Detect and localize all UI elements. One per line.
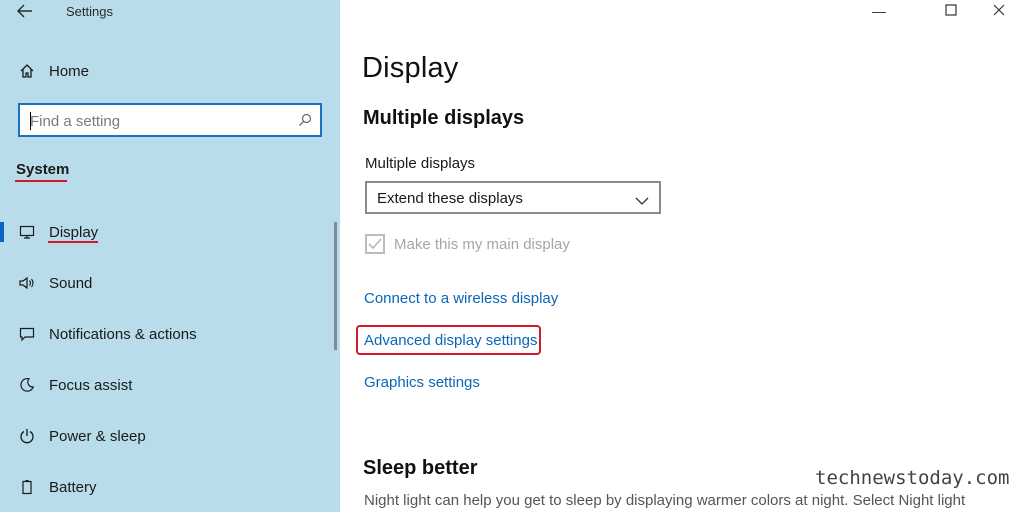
close-icon: [993, 3, 1005, 19]
minimize-icon: —: [872, 3, 886, 19]
maximize-button[interactable]: [928, 0, 974, 22]
sidebar-item-power-sleep[interactable]: Power & sleep: [0, 416, 340, 456]
sidebar-item-sound[interactable]: Sound: [0, 263, 340, 303]
sidebar-item-display[interactable]: Display: [0, 212, 340, 252]
maximize-icon: [945, 3, 957, 19]
graphics-settings-link[interactable]: Graphics settings: [364, 374, 480, 391]
main-display-checkbox-label: Make this my main display: [394, 236, 570, 253]
sidebar-item-home[interactable]: Home: [0, 51, 340, 91]
sidebar-scrollbar[interactable]: [334, 222, 337, 350]
moon-icon: [17, 375, 37, 395]
app-title: Settings: [66, 4, 113, 19]
connect-wireless-display-link[interactable]: Connect to a wireless display: [364, 290, 558, 307]
search-input[interactable]: [30, 111, 290, 131]
monitor-icon: [17, 222, 37, 242]
checkmark-icon: [368, 238, 382, 250]
search-icon[interactable]: [298, 113, 312, 127]
annotation-underline: [48, 241, 98, 243]
sidebar-item-label: Power & sleep: [49, 427, 146, 445]
sidebar-item-battery[interactable]: Battery: [0, 467, 340, 507]
annotation-underline: [15, 180, 67, 182]
speaker-icon: [17, 273, 37, 293]
sidebar-item-label: Display: [49, 223, 99, 241]
sidebar: Settings Home System Display Sound: [0, 0, 340, 512]
text-caret: [30, 112, 31, 130]
sidebar-item-notifications[interactable]: Notifications & actions: [0, 314, 340, 354]
home-icon: [17, 61, 37, 81]
search-box[interactable]: [18, 103, 322, 137]
sidebar-item-focus-assist[interactable]: Focus assist: [0, 365, 340, 405]
sidebar-item-label: Battery: [49, 478, 97, 496]
chevron-down-icon: [635, 193, 649, 205]
sidebar-item-label: Sound: [49, 274, 93, 292]
section-heading-multiple-displays: Multiple displays: [363, 107, 525, 129]
main-display-checkbox[interactable]: [365, 234, 385, 254]
sidebar-item-label: Notifications & actions: [49, 325, 197, 343]
back-arrow-icon[interactable]: [14, 2, 36, 20]
sleep-better-description: Night light can help you get to sleep by…: [364, 492, 966, 509]
sidebar-item-label: Home: [49, 62, 90, 80]
section-title-system: System: [16, 161, 70, 178]
minimize-button[interactable]: —: [856, 0, 902, 22]
multiple-displays-dropdown[interactable]: Extend these displays: [365, 181, 661, 214]
notification-icon: [17, 324, 37, 344]
battery-icon: [17, 477, 37, 497]
sidebar-item-label: Focus assist: [49, 376, 133, 394]
close-button[interactable]: [976, 0, 1022, 22]
power-icon: [17, 426, 37, 446]
main-content: — Display Multiple displays Multiple dis…: [340, 0, 1024, 512]
watermark: technewstoday.com: [813, 467, 1012, 489]
dropdown-selected-value: Extend these displays: [377, 190, 523, 207]
multiple-displays-label: Multiple displays: [365, 155, 476, 172]
title-bar: Settings: [0, 0, 340, 22]
section-heading-sleep-better: Sleep better: [363, 457, 478, 479]
page-title: Display: [362, 52, 459, 84]
advanced-display-settings-link[interactable]: Advanced display settings: [364, 332, 537, 349]
